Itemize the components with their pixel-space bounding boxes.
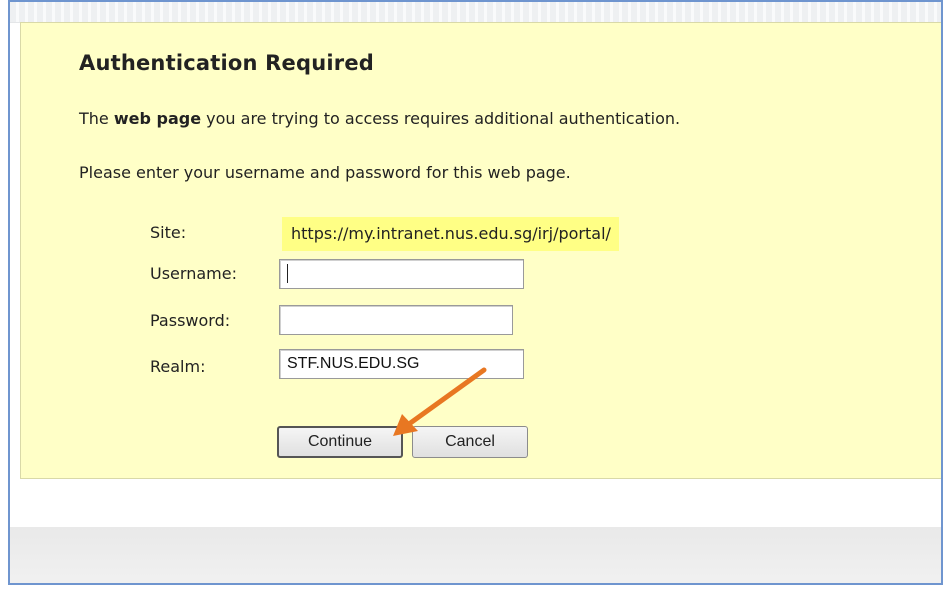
auth-instruction: Please enter your username and password … <box>79 163 571 182</box>
site-value: https://my.intranet.nus.edu.sg/irj/porta… <box>282 217 619 251</box>
bottom-band <box>10 527 941 583</box>
auth-message-prefix: The <box>79 109 114 128</box>
text-caret <box>287 264 288 284</box>
authentication-panel: Authentication Required The web page you… <box>20 22 941 479</box>
password-input[interactable] <box>279 305 513 335</box>
continue-button[interactable]: Continue <box>277 426 403 458</box>
page-title: Authentication Required <box>79 51 374 75</box>
browser-frame: Authentication Required The web page you… <box>8 0 943 585</box>
realm-input[interactable]: STF.NUS.EDU.SG <box>279 349 524 379</box>
username-label: Username: <box>150 264 237 283</box>
auth-message-suffix: you are trying to access requires additi… <box>201 109 681 128</box>
top-strip <box>10 2 941 23</box>
password-label: Password: <box>150 311 231 330</box>
username-input[interactable] <box>279 259 524 289</box>
auth-message: The web page you are trying to access re… <box>79 109 680 128</box>
site-label: Site: <box>150 223 187 242</box>
cancel-button[interactable]: Cancel <box>412 426 528 458</box>
auth-message-bold: web page <box>113 109 202 128</box>
realm-label: Realm: <box>150 357 206 376</box>
